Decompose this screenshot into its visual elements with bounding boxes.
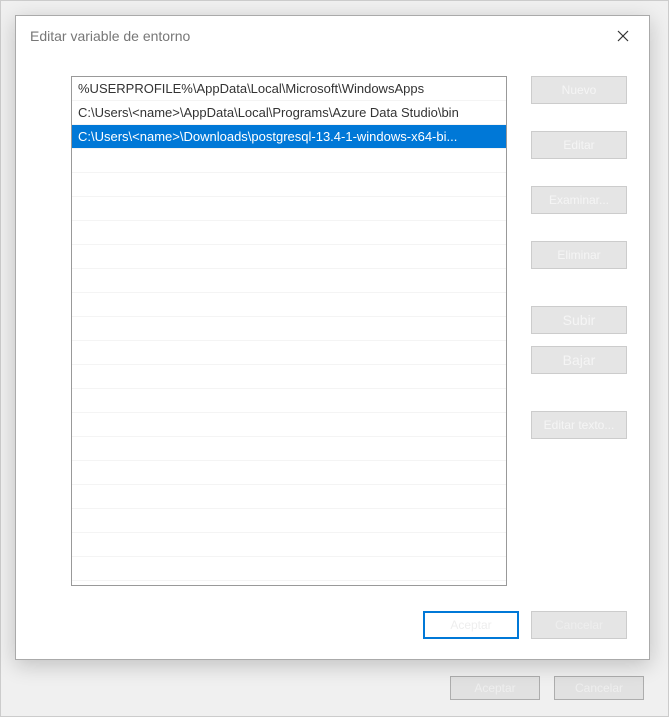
path-entry[interactable]: %USERPROFILE%\AppData\Local\Microsoft\Wi… [72, 77, 506, 101]
bg-cancelar-button[interactable]: Cancelar [554, 676, 644, 700]
edit-env-var-dialog: Editar variable de entorno %USERPROFILE%… [15, 15, 650, 660]
path-entry-empty[interactable] [72, 341, 506, 365]
path-entry-empty[interactable] [72, 197, 506, 221]
bajar-button[interactable]: Bajar [531, 346, 627, 374]
path-entry-empty[interactable] [72, 221, 506, 245]
path-entry-empty[interactable] [72, 437, 506, 461]
cancelar-button[interactable]: Cancelar [531, 611, 627, 639]
path-entry-empty[interactable] [72, 461, 506, 485]
close-icon [617, 29, 629, 46]
path-entry-empty[interactable] [72, 389, 506, 413]
path-entry-empty[interactable] [72, 317, 506, 341]
editar-button[interactable]: Editar [531, 131, 627, 159]
examinar-button[interactable]: Examinar... [531, 186, 627, 214]
path-entry[interactable]: C:\Users\<name>\AppData\Local\Programs\A… [72, 101, 506, 125]
path-entry-empty[interactable] [72, 173, 506, 197]
path-entry-empty[interactable] [72, 149, 506, 173]
eliminar-button[interactable]: Eliminar [531, 241, 627, 269]
path-entry-empty[interactable] [72, 245, 506, 269]
nuevo-button[interactable]: Nuevo [531, 76, 627, 104]
path-entry-empty[interactable] [72, 509, 506, 533]
path-entry-empty[interactable] [72, 293, 506, 317]
editar-texto-button[interactable]: Editar texto... [531, 411, 627, 439]
path-entry-selected[interactable]: C:\Users\<name>\Downloads\postgresql-13.… [72, 125, 506, 149]
path-entry-empty[interactable] [72, 269, 506, 293]
subir-button[interactable]: Subir [531, 306, 627, 334]
bg-aceptar-button[interactable]: Aceptar [450, 676, 540, 700]
dialog-title: Editar variable de entorno [30, 28, 190, 44]
path-entry-empty[interactable] [72, 557, 506, 581]
path-entry-empty[interactable] [72, 413, 506, 437]
path-list[interactable]: %USERPROFILE%\AppData\Local\Microsoft\Wi… [71, 76, 507, 586]
path-entry-empty[interactable] [72, 485, 506, 509]
path-entry-empty[interactable] [72, 365, 506, 389]
close-button[interactable] [603, 22, 643, 52]
aceptar-button[interactable]: Aceptar [423, 611, 519, 639]
path-entry-empty[interactable] [72, 533, 506, 557]
